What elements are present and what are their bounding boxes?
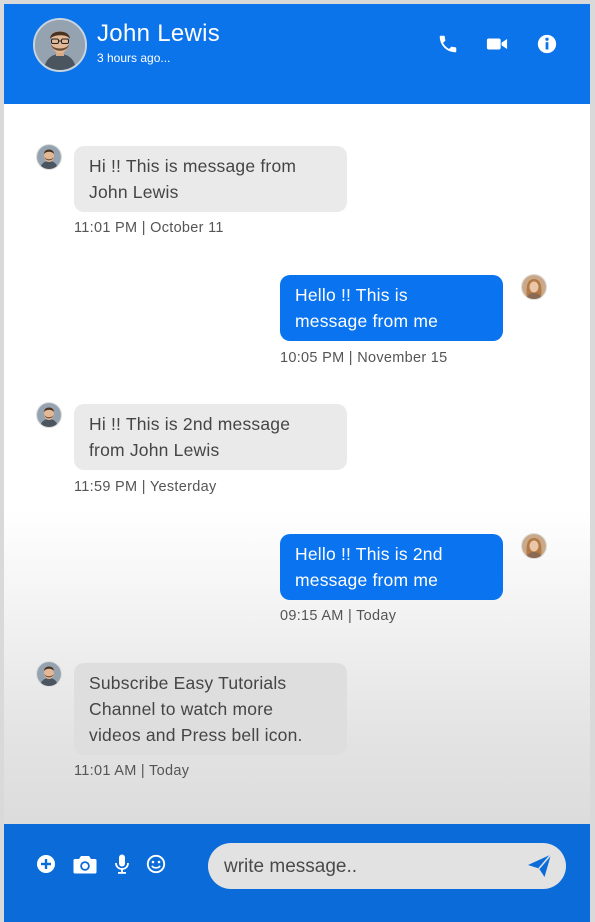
contact-avatar-small (36, 144, 62, 170)
contact-status: 3 hours ago... (97, 51, 171, 65)
message-timestamp: 11:01 PM | October 11 (74, 220, 224, 236)
message-line: Hello !! This is (295, 285, 408, 305)
message-line: message from me (295, 311, 439, 331)
message-line: John Lewis (89, 182, 179, 202)
message-timestamp: 10:05 PM | November 15 (280, 350, 448, 366)
outgoing-message-bubble[interactable]: Hello !! This is message from me (280, 275, 503, 341)
send-icon[interactable] (526, 852, 554, 880)
plus-circle-icon[interactable] (36, 854, 56, 874)
message-line: Hello !! This is 2nd (295, 544, 443, 564)
message-line: message from me (295, 570, 439, 590)
message-list[interactable]: Hi !! This is message from John Lewis 11… (4, 104, 590, 824)
phone-icon[interactable] (437, 33, 459, 55)
chat-window: John Lewis 3 hours ago... Hi !! This is … (4, 4, 590, 922)
message-input-wrapper (208, 843, 566, 891)
message-line: videos and Press bell icon. (89, 725, 303, 745)
contact-avatar[interactable] (33, 18, 87, 72)
message-timestamp: 09:15 AM | Today (280, 608, 397, 624)
composer-bar (4, 824, 590, 922)
outgoing-message-bubble[interactable]: Hello !! This is 2nd message from me (280, 534, 503, 600)
user-avatar-small (521, 533, 547, 559)
incoming-message-bubble[interactable]: Hi !! This is 2nd message from John Lewi… (74, 404, 347, 470)
user-avatar-small (521, 274, 547, 300)
microphone-icon[interactable] (114, 854, 130, 874)
message-input[interactable] (222, 843, 516, 891)
contact-avatar-small (36, 402, 62, 428)
chat-header: John Lewis 3 hours ago... (4, 4, 590, 104)
message-line: Subscribe Easy Tutorials (89, 673, 287, 693)
message-line: Hi !! This is message from (89, 156, 297, 176)
message-line: Hi !! This is 2nd message (89, 414, 291, 434)
contact-avatar-small (36, 661, 62, 687)
smile-icon[interactable] (146, 854, 166, 874)
incoming-message-bubble[interactable]: Subscribe Easy Tutorials Channel to watc… (74, 663, 347, 755)
info-icon[interactable] (536, 33, 558, 55)
message-timestamp: 11:01 AM | Today (74, 763, 190, 779)
message-line: Channel to watch more (89, 699, 274, 719)
camera-icon[interactable] (73, 854, 97, 874)
contact-name: John Lewis (97, 20, 221, 47)
incoming-message-bubble[interactable]: Hi !! This is message from John Lewis (74, 146, 347, 212)
message-line: from John Lewis (89, 440, 220, 460)
video-camera-icon[interactable] (486, 33, 508, 55)
message-timestamp: 11:59 PM | Yesterday (74, 479, 217, 495)
